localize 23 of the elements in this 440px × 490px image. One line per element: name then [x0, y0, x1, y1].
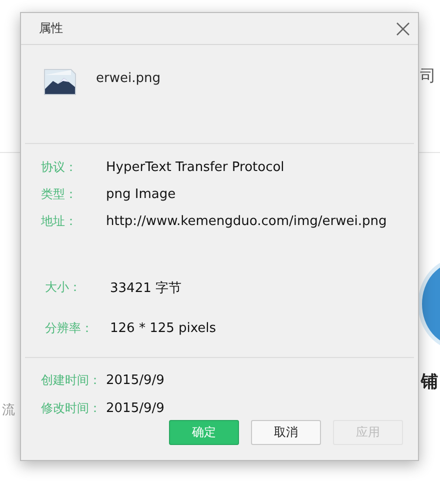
file-name: erwei.png — [96, 71, 160, 86]
property-label: 创建时间： — [41, 372, 102, 389]
background-text: 铺 — [421, 371, 438, 393]
property-value: http://www.kemengduo.com/img/erwei.png — [106, 214, 387, 229]
property-value: png Image — [106, 187, 176, 202]
property-value: 2015/9/9 — [106, 401, 164, 416]
property-label: 协议： — [41, 159, 78, 176]
background-text: 司 — [420, 66, 436, 87]
property-label: 分辨率： — [45, 320, 94, 337]
background-text: 流 — [2, 402, 15, 419]
confirm-button[interactable]: 确定 — [169, 420, 239, 445]
image-file-icon — [44, 69, 76, 95]
property-label: 大小： — [45, 279, 82, 296]
dialog-title: 属性 — [39, 20, 63, 37]
property-label: 地址： — [41, 213, 78, 230]
property-label: 修改时间： — [41, 400, 102, 417]
close-icon[interactable] — [396, 22, 410, 36]
property-value: 126 * 125 pixels — [110, 321, 216, 336]
property-label: 类型： — [41, 186, 78, 203]
dialog-button[interactable]: 取消 — [251, 420, 321, 445]
property-value: 33421 字节 — [110, 280, 182, 296]
property-value: 2015/9/9 — [106, 373, 164, 388]
property-value: HyperText Transfer Protocol — [106, 160, 284, 175]
